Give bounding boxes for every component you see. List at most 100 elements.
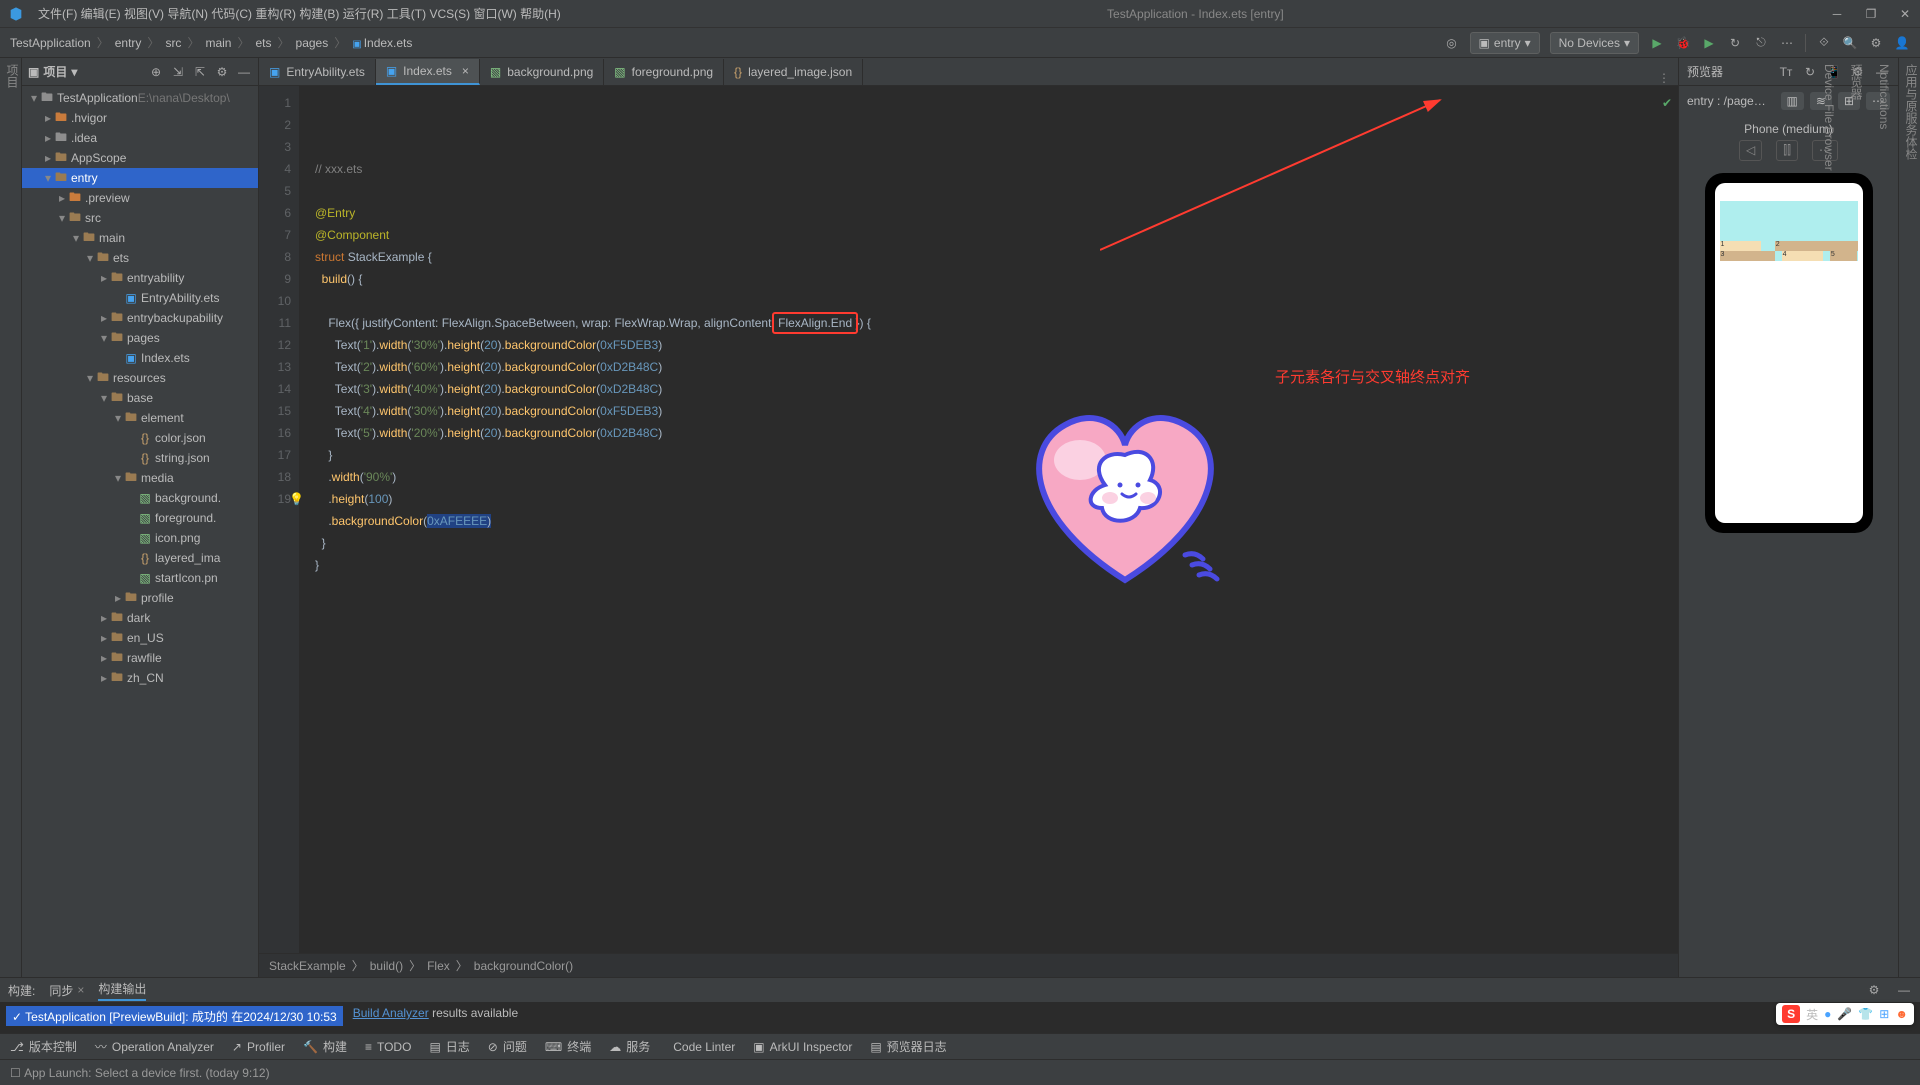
editor-tab[interactable]: ▧ foreground.png xyxy=(604,59,724,85)
breadcrumb-item[interactable]: pages xyxy=(296,36,329,50)
run-config-selector[interactable]: ▣entry▾ xyxy=(1470,32,1540,54)
breadcrumb-item[interactable]: ▣Index.ets xyxy=(352,36,412,50)
tree-node[interactable]: ▾🖿src xyxy=(22,208,258,228)
bottom-tool[interactable]: 🔨构建 xyxy=(303,1038,347,1055)
tree-node[interactable]: ▸🖿.idea xyxy=(22,128,258,148)
tree-node[interactable]: {}color.json xyxy=(22,428,258,448)
bottom-tool[interactable]: ⎇版本控制 xyxy=(10,1038,77,1055)
breadcrumb-item[interactable]: entry xyxy=(115,36,142,50)
locate-icon[interactable]: ⊕ xyxy=(148,65,164,79)
code-content[interactable]: ✔ // xxx.ets @Entry@Componentstruct Stac… xyxy=(299,86,1678,953)
attach-icon[interactable]: ⎋ xyxy=(1753,35,1769,50)
menu-item[interactable]: VCS(S) xyxy=(429,7,470,21)
tree-node[interactable]: ▾🖿base xyxy=(22,388,258,408)
editor-tab[interactable]: {} layered_image.json xyxy=(724,59,863,85)
minimize-icon[interactable]: ─ xyxy=(1830,7,1844,21)
tree-node[interactable]: ▸🖿en_US xyxy=(22,628,258,648)
breadcrumb-item[interactable]: ets xyxy=(255,36,271,50)
right-tool-strip[interactable]: 应用与原服务体检Notifications预览器Device File Brow… xyxy=(1898,58,1920,977)
breadcrumb-item[interactable]: main xyxy=(205,36,231,50)
tree-node[interactable]: ▧startIcon.pn xyxy=(22,568,258,588)
bottom-tool[interactable]: Code Linter xyxy=(668,1040,735,1054)
expand-icon[interactable]: ⇲ xyxy=(170,65,186,79)
breadcrumb-item[interactable]: TestApplication xyxy=(10,36,91,50)
bottom-tool[interactable]: ⌨终端 xyxy=(545,1038,591,1055)
editor-crumb[interactable]: StackExample xyxy=(269,959,346,973)
menu-item[interactable]: 编辑(E) xyxy=(81,7,121,21)
tree-node[interactable]: ▸🖿.preview xyxy=(22,188,258,208)
bottom-tool[interactable]: ▣ArkUI Inspector xyxy=(753,1040,852,1054)
bottom-tool[interactable]: ↗Profiler xyxy=(232,1040,285,1054)
menu-item[interactable]: 工具(T) xyxy=(387,7,426,21)
tree-node[interactable]: ▣Index.ets xyxy=(22,348,258,368)
menu-item[interactable]: 运行(R) xyxy=(343,7,384,21)
debug-icon[interactable]: 🐞 xyxy=(1675,36,1691,50)
hide-icon[interactable]: — xyxy=(1896,983,1912,997)
run-icon[interactable]: ▶ xyxy=(1649,36,1665,50)
bottom-tool[interactable]: ☁服务 xyxy=(609,1038,650,1055)
avatar-icon[interactable]: 👤 xyxy=(1894,36,1910,50)
right-tool-button[interactable]: Notifications xyxy=(1877,64,1891,977)
tree-node[interactable]: ▾🖿media xyxy=(22,468,258,488)
sync-tab[interactable]: 同步× xyxy=(49,982,84,999)
tree-node[interactable]: ▾🖿ets xyxy=(22,248,258,268)
tree-node[interactable]: ▸🖿.hvigor xyxy=(22,108,258,128)
tree-node[interactable]: ▾🖿main xyxy=(22,228,258,248)
menu-item[interactable]: 视图(V) xyxy=(124,7,164,21)
tree-node[interactable]: ▾🖿resources xyxy=(22,368,258,388)
build-output-tab[interactable]: 构建输出 xyxy=(98,980,146,1001)
maximize-icon[interactable]: ❐ xyxy=(1864,7,1878,21)
menu-item[interactable]: 文件(F) xyxy=(38,7,77,21)
project-tool-button[interactable]: 项目 xyxy=(5,64,19,88)
tree-node[interactable]: ▸🖿entrybackupability xyxy=(22,308,258,328)
tree-node[interactable]: ▾🖿TestApplication E:\nana\Desktop\ xyxy=(22,88,258,108)
profile-icon[interactable]: ↻ xyxy=(1727,36,1743,50)
tabs-more-icon[interactable]: ⋮ xyxy=(1650,71,1678,85)
tree-node[interactable]: ▾🖿element xyxy=(22,408,258,428)
target-icon[interactable]: ◎ xyxy=(1444,36,1460,50)
editor-tab[interactable]: ▣ EntryAbility.ets xyxy=(259,59,376,85)
menu-item[interactable]: 窗口(W) xyxy=(473,7,516,21)
more-icon[interactable]: ⋯ xyxy=(1779,36,1795,50)
sync-icon[interactable]: ⟐ xyxy=(1816,35,1832,50)
breadcrumb-item[interactable]: src xyxy=(165,36,181,50)
bottom-tool[interactable]: 〰Operation Analyzer xyxy=(95,1038,214,1055)
menu-item[interactable]: 导航(N) xyxy=(167,7,208,21)
menu-item[interactable]: 代码(C) xyxy=(211,7,252,21)
tree-node[interactable]: {}layered_ima xyxy=(22,548,258,568)
tree-node[interactable]: ▸🖿dark xyxy=(22,608,258,628)
split-icon[interactable]: ⫿⫿ xyxy=(1776,140,1798,161)
settings-icon[interactable]: ⚙ xyxy=(1868,36,1884,50)
tree-node[interactable]: ▾🖿entry xyxy=(22,168,258,188)
text-icon[interactable]: Tᴛ xyxy=(1778,65,1794,79)
bottom-tool[interactable]: ▤预览器日志 xyxy=(870,1038,946,1055)
layout-icon[interactable]: ▥ xyxy=(1781,92,1804,110)
chevron-down-icon[interactable]: ▾ xyxy=(71,65,77,79)
collapse-icon[interactable]: ⇱ xyxy=(192,65,208,79)
tree-node[interactable]: ▸🖿zh_CN xyxy=(22,668,258,688)
editor-tab[interactable]: ▣ Index.ets× xyxy=(376,59,480,85)
refresh-icon[interactable]: ↻ xyxy=(1802,65,1818,79)
bottom-tool[interactable]: ≡TODO xyxy=(365,1040,411,1054)
close-icon[interactable]: ✕ xyxy=(1898,7,1912,21)
tree-node[interactable]: ▧foreground. xyxy=(22,508,258,528)
tree-node[interactable]: ▧icon.png xyxy=(22,528,258,548)
device-selector[interactable]: No Devices▾ xyxy=(1550,32,1639,54)
breadcrumb[interactable]: TestApplication〉entry〉src〉main〉ets〉pages… xyxy=(10,34,412,51)
gear-icon[interactable]: ⚙ xyxy=(214,65,230,79)
tree-node[interactable]: ▸🖿entryability xyxy=(22,268,258,288)
menu-item[interactable]: 构建(B) xyxy=(299,7,339,21)
bottom-tool[interactable]: ⊘问题 xyxy=(488,1038,527,1055)
hide-icon[interactable]: — xyxy=(236,65,252,79)
build-result[interactable]: ✓ TestApplication [PreviewBuild]: 成功的 在2… xyxy=(6,1006,343,1026)
project-tree[interactable]: ▾🖿TestApplication E:\nana\Desktop\▸🖿.hvi… xyxy=(22,86,258,977)
tree-node[interactable]: ▧background. xyxy=(22,488,258,508)
editor-crumb[interactable]: build() xyxy=(370,959,403,973)
coverage-icon[interactable]: ▶ xyxy=(1701,36,1717,50)
build-analyzer-link[interactable]: Build Analyzer xyxy=(353,1006,429,1020)
tree-node[interactable]: ▸🖿AppScope xyxy=(22,148,258,168)
bottom-tool[interactable]: ▤日志 xyxy=(429,1038,469,1055)
gear-icon[interactable]: ⚙ xyxy=(1866,983,1882,997)
ime-indicator[interactable]: S 英 ● 🎤 👕 ⊞ ☻ xyxy=(1776,1003,1914,1025)
nav-back-icon[interactable]: ◁ xyxy=(1739,140,1762,161)
